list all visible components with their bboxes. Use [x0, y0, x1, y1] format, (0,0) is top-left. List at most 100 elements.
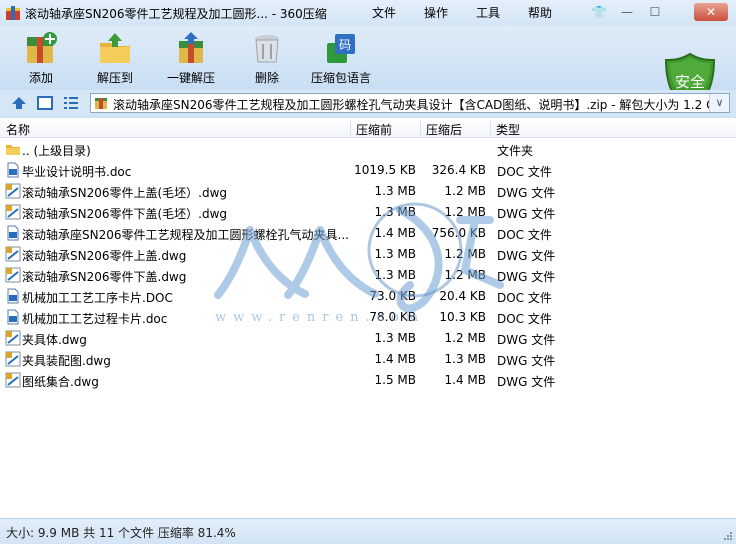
menu-tools[interactable]: 工具	[476, 4, 500, 21]
file-type: DWG 文件	[497, 354, 556, 368]
file-row[interactable]: 滚动轴承座SN206零件工艺规程及加工圆形螺栓孔气动夹具... 1.4 MB 7…	[0, 223, 736, 244]
file-row[interactable]: 滚动轴承SN206零件下盖(毛坯）.dwg 1.3 MB 1.2 MB DWG …	[0, 202, 736, 223]
file-name: 滚动轴承座SN206零件工艺规程及加工圆形螺栓孔气动夹具...	[22, 228, 349, 242]
file-packed-size: 1.2 MB	[444, 331, 486, 345]
title-bar: 滚动轴承座SN206零件工艺规程及加工圆形... - 360压缩 文件 操作 工…	[0, 0, 736, 26]
file-size: 1.3 MB	[374, 268, 416, 282]
maximize-button[interactable]: ☐	[644, 3, 666, 21]
view-thumbnail-icon[interactable]	[36, 94, 54, 112]
minimize-button[interactable]: —	[616, 3, 638, 21]
file-row[interactable]: 夹具装配图.dwg 1.4 MB 1.3 MB DWG 文件	[0, 349, 736, 370]
address-path: 滚动轴承座SN206零件工艺规程及加工圆形螺栓孔气动夹具设计【含CAD图纸、说明…	[113, 98, 724, 112]
file-size: 1019.5 KB	[354, 163, 416, 177]
window-title: 滚动轴承座SN206零件工艺规程及加工圆形... - 360压缩	[25, 7, 327, 21]
encoding-badge: 码	[339, 38, 351, 52]
column-type[interactable]: 类型	[496, 121, 520, 138]
file-packed-size: 20.4 KB	[439, 289, 486, 303]
dwg-icon	[5, 330, 21, 346]
file-size: 1.3 MB	[374, 184, 416, 198]
file-packed-size: 1.2 MB	[444, 205, 486, 219]
file-name: 滚动轴承SN206零件上盖.dwg	[22, 249, 187, 263]
file-type: DWG 文件	[497, 375, 556, 389]
file-name: 毕业设计说明书.doc	[22, 165, 132, 179]
file-type: DWG 文件	[497, 207, 556, 221]
file-size: 1.4 MB	[374, 226, 416, 240]
archive-language-icon: 码	[327, 34, 355, 63]
file-name: 滚动轴承SN206零件下盖(毛坯）.dwg	[22, 207, 228, 221]
encoding-label: 压缩包语言	[310, 71, 371, 85]
dwg-icon	[5, 246, 21, 262]
file-packed-size: 1.2 MB	[444, 184, 486, 198]
menu-operate[interactable]: 操作	[424, 4, 448, 21]
file-row-parent[interactable]: .. (上级目录) 文件夹	[0, 139, 736, 160]
status-bar: 大小: 9.9 MB 共 11 个文件 压缩率 81.4%	[0, 518, 736, 544]
file-name: 夹具装配图.dwg	[22, 354, 111, 368]
file-row[interactable]: 夹具体.dwg 1.3 MB 1.2 MB DWG 文件	[0, 328, 736, 349]
delete-button[interactable]: 删除	[232, 29, 302, 87]
column-divider[interactable]	[350, 120, 351, 136]
add-label: 添加	[28, 71, 53, 85]
menu-help[interactable]: 帮助	[528, 4, 552, 21]
file-name: .. (上级目录)	[22, 144, 91, 158]
file-name: 滚动轴承SN206零件上盖(毛坯）.dwg	[22, 186, 228, 200]
file-packed-size: 1.2 MB	[444, 268, 486, 282]
file-row[interactable]: 图纸集合.dwg 1.5 MB 1.4 MB DWG 文件	[0, 370, 736, 391]
doc-icon	[7, 288, 19, 304]
menu-file[interactable]: 文件	[372, 4, 396, 21]
add-icon	[27, 32, 57, 63]
one-click-extract-button[interactable]: 一键解压	[156, 29, 226, 87]
address-row: 滚动轴承座SN206零件工艺规程及加工圆形螺栓孔气动夹具设计【含CAD图纸、说明…	[0, 90, 736, 116]
dwg-icon	[5, 267, 21, 283]
add-button[interactable]: 添加	[6, 29, 76, 87]
file-size: 1.5 MB	[374, 373, 416, 387]
security-label: 安全	[675, 73, 705, 91]
skin-button[interactable]: 👕	[588, 3, 610, 21]
file-type: 文件夹	[497, 144, 534, 158]
dwg-icon	[5, 372, 21, 388]
resize-grip-icon[interactable]	[723, 531, 733, 541]
up-arrow-icon[interactable]	[10, 94, 28, 112]
column-divider[interactable]	[420, 120, 421, 136]
file-size: 73.0 KB	[369, 289, 416, 303]
app-logo-icon	[6, 6, 20, 20]
file-size: 1.3 MB	[374, 247, 416, 261]
archive-icon	[95, 98, 107, 109]
app-window: 滚动轴承座SN206零件工艺规程及加工圆形... - 360压缩 文件 操作 工…	[0, 0, 736, 544]
file-row[interactable]: 滚动轴承SN206零件上盖(毛坯）.dwg 1.3 MB 1.2 MB DWG …	[0, 181, 736, 202]
file-type: DWG 文件	[497, 186, 556, 200]
file-packed-size: 1.4 MB	[444, 373, 486, 387]
column-size[interactable]: 压缩前	[356, 121, 392, 138]
encoding-button[interactable]: 码 压缩包语言	[306, 29, 376, 87]
file-row[interactable]: 滚动轴承SN206零件下盖.dwg 1.3 MB 1.2 MB DWG 文件	[0, 265, 736, 286]
file-size: 1.3 MB	[374, 205, 416, 219]
file-row[interactable]: 毕业设计说明书.doc 1019.5 KB 326.4 KB DOC 文件	[0, 160, 736, 181]
address-bar[interactable]: 滚动轴承座SN206零件工艺规程及加工圆形螺栓孔气动夹具设计【含CAD图纸、说明…	[90, 93, 730, 113]
trash-icon	[255, 35, 279, 63]
one-click-extract-icon	[179, 32, 203, 63]
extract-button[interactable]: 解压到	[80, 29, 150, 87]
close-button[interactable]: ✕	[694, 3, 728, 21]
view-list-icon[interactable]	[62, 94, 80, 112]
file-row[interactable]: 滚动轴承SN206零件上盖.dwg 1.3 MB 1.2 MB DWG 文件	[0, 244, 736, 265]
file-packed-size: 1.3 MB	[444, 352, 486, 366]
doc-icon	[7, 225, 19, 241]
file-name: 图纸集合.dwg	[22, 375, 99, 389]
list-header: 名称 压缩前 压缩后 类型	[0, 118, 736, 138]
file-name: 夹具体.dwg	[22, 333, 87, 347]
watermark-url: www.renren.com	[215, 310, 426, 325]
doc-icon	[7, 162, 19, 178]
column-packed[interactable]: 压缩后	[426, 121, 462, 138]
file-type: DWG 文件	[497, 249, 556, 263]
file-type: DOC 文件	[497, 312, 552, 326]
address-dropdown-button[interactable]: ∨	[709, 94, 729, 112]
file-packed-size: 326.4 KB	[431, 163, 486, 177]
file-packed-size: 10.3 KB	[439, 310, 486, 324]
file-size: 1.4 MB	[374, 352, 416, 366]
folder-icon	[6, 145, 20, 155]
column-name[interactable]: 名称	[6, 121, 30, 138]
dwg-icon	[5, 183, 21, 199]
column-divider[interactable]	[490, 120, 491, 136]
file-row[interactable]: 机械加工工艺工序卡片.DOC 73.0 KB 20.4 KB DOC 文件	[0, 286, 736, 307]
toolbar: 添加 解压到 一键解压 删除 码 压缩包语言 安全	[0, 26, 736, 112]
status-text: 大小: 9.9 MB 共 11 个文件 压缩率 81.4%	[6, 526, 236, 540]
